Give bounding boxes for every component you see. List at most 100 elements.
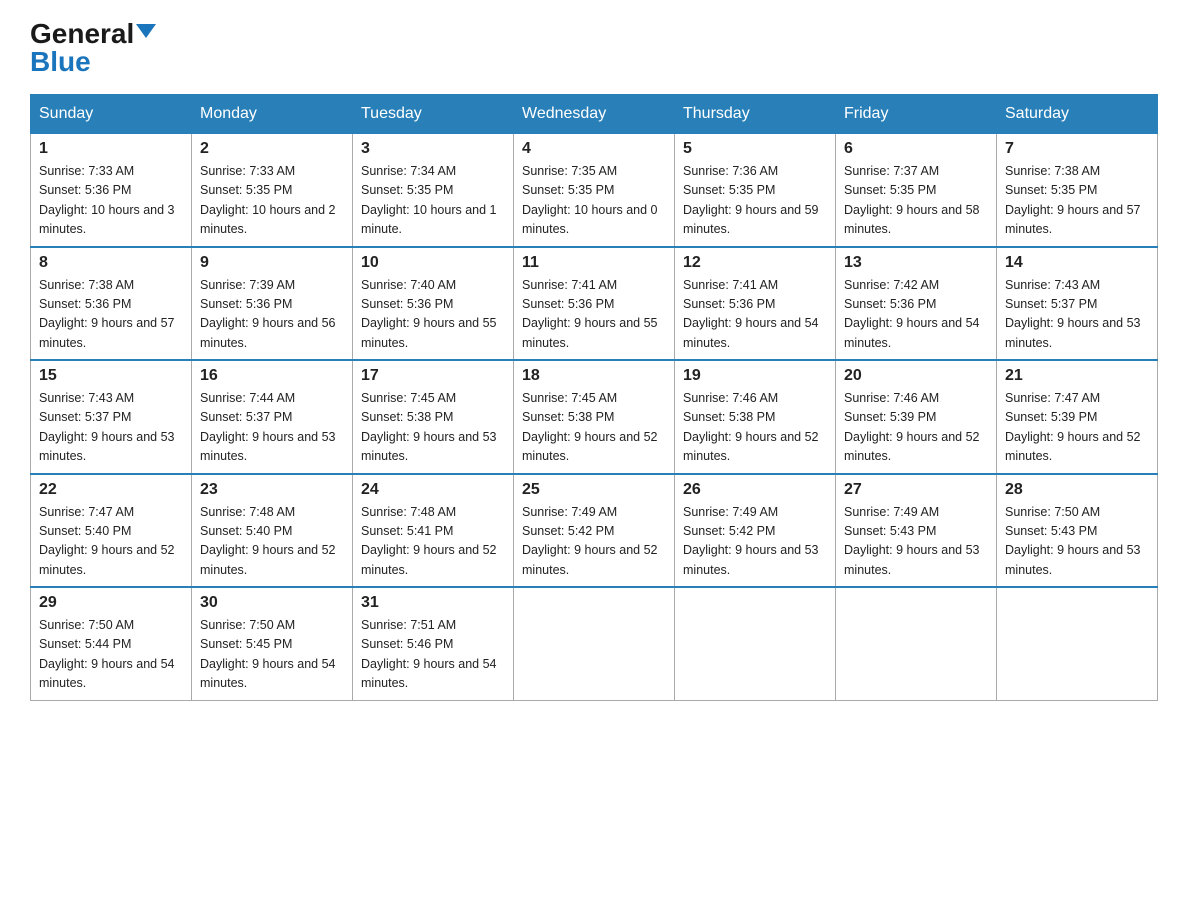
day-info: Sunrise: 7:48 AMSunset: 5:41 PMDaylight:… (361, 505, 497, 577)
calendar-day-cell: 3 Sunrise: 7:34 AMSunset: 5:35 PMDayligh… (353, 134, 514, 247)
calendar-day-header: Saturday (997, 95, 1158, 134)
logo: General Blue (30, 20, 156, 76)
calendar-day-cell: 21 Sunrise: 7:47 AMSunset: 5:39 PMDaylig… (997, 360, 1158, 474)
day-info: Sunrise: 7:41 AMSunset: 5:36 PMDaylight:… (683, 278, 819, 350)
calendar-day-header: Wednesday (514, 95, 675, 134)
day-info: Sunrise: 7:38 AMSunset: 5:35 PMDaylight:… (1005, 164, 1141, 236)
calendar-day-cell: 17 Sunrise: 7:45 AMSunset: 5:38 PMDaylig… (353, 360, 514, 474)
calendar-week-row: 15 Sunrise: 7:43 AMSunset: 5:37 PMDaylig… (31, 360, 1158, 474)
day-info: Sunrise: 7:41 AMSunset: 5:36 PMDaylight:… (522, 278, 658, 350)
day-info: Sunrise: 7:45 AMSunset: 5:38 PMDaylight:… (361, 391, 497, 463)
calendar-table: SundayMondayTuesdayWednesdayThursdayFrid… (30, 94, 1158, 701)
day-info: Sunrise: 7:50 AMSunset: 5:43 PMDaylight:… (1005, 505, 1141, 577)
day-number: 29 (39, 594, 183, 612)
day-info: Sunrise: 7:33 AMSunset: 5:36 PMDaylight:… (39, 164, 175, 236)
calendar-day-cell: 19 Sunrise: 7:46 AMSunset: 5:38 PMDaylig… (675, 360, 836, 474)
calendar-day-cell: 26 Sunrise: 7:49 AMSunset: 5:42 PMDaylig… (675, 474, 836, 588)
calendar-week-row: 1 Sunrise: 7:33 AMSunset: 5:36 PMDayligh… (31, 134, 1158, 247)
day-number: 25 (522, 481, 666, 499)
calendar-day-header: Friday (836, 95, 997, 134)
day-info: Sunrise: 7:43 AMSunset: 5:37 PMDaylight:… (1005, 278, 1141, 350)
calendar-day-cell: 12 Sunrise: 7:41 AMSunset: 5:36 PMDaylig… (675, 247, 836, 361)
calendar-day-cell: 4 Sunrise: 7:35 AMSunset: 5:35 PMDayligh… (514, 134, 675, 247)
day-number: 10 (361, 254, 505, 272)
day-number: 2 (200, 140, 344, 158)
day-info: Sunrise: 7:48 AMSunset: 5:40 PMDaylight:… (200, 505, 336, 577)
calendar-day-cell: 24 Sunrise: 7:48 AMSunset: 5:41 PMDaylig… (353, 474, 514, 588)
calendar-week-row: 8 Sunrise: 7:38 AMSunset: 5:36 PMDayligh… (31, 247, 1158, 361)
day-info: Sunrise: 7:38 AMSunset: 5:36 PMDaylight:… (39, 278, 175, 350)
day-info: Sunrise: 7:47 AMSunset: 5:39 PMDaylight:… (1005, 391, 1141, 463)
day-info: Sunrise: 7:51 AMSunset: 5:46 PMDaylight:… (361, 618, 497, 690)
day-number: 4 (522, 140, 666, 158)
day-number: 30 (200, 594, 344, 612)
day-number: 27 (844, 481, 988, 499)
day-info: Sunrise: 7:50 AMSunset: 5:45 PMDaylight:… (200, 618, 336, 690)
day-number: 12 (683, 254, 827, 272)
day-info: Sunrise: 7:36 AMSunset: 5:35 PMDaylight:… (683, 164, 819, 236)
day-info: Sunrise: 7:45 AMSunset: 5:38 PMDaylight:… (522, 391, 658, 463)
calendar-day-cell: 15 Sunrise: 7:43 AMSunset: 5:37 PMDaylig… (31, 360, 192, 474)
day-number: 20 (844, 367, 988, 385)
calendar-day-header: Thursday (675, 95, 836, 134)
day-number: 1 (39, 140, 183, 158)
calendar-day-cell: 31 Sunrise: 7:51 AMSunset: 5:46 PMDaylig… (353, 587, 514, 700)
day-info: Sunrise: 7:39 AMSunset: 5:36 PMDaylight:… (200, 278, 336, 350)
calendar-day-cell: 5 Sunrise: 7:36 AMSunset: 5:35 PMDayligh… (675, 134, 836, 247)
day-info: Sunrise: 7:34 AMSunset: 5:35 PMDaylight:… (361, 164, 497, 236)
calendar-day-cell: 11 Sunrise: 7:41 AMSunset: 5:36 PMDaylig… (514, 247, 675, 361)
day-info: Sunrise: 7:33 AMSunset: 5:35 PMDaylight:… (200, 164, 336, 236)
calendar-day-header: Tuesday (353, 95, 514, 134)
day-number: 7 (1005, 140, 1149, 158)
calendar-day-cell (514, 587, 675, 700)
calendar-day-cell: 27 Sunrise: 7:49 AMSunset: 5:43 PMDaylig… (836, 474, 997, 588)
day-number: 22 (39, 481, 183, 499)
day-number: 15 (39, 367, 183, 385)
day-number: 11 (522, 254, 666, 272)
day-info: Sunrise: 7:35 AMSunset: 5:35 PMDaylight:… (522, 164, 658, 236)
day-number: 16 (200, 367, 344, 385)
day-number: 23 (200, 481, 344, 499)
day-info: Sunrise: 7:43 AMSunset: 5:37 PMDaylight:… (39, 391, 175, 463)
calendar-day-cell: 18 Sunrise: 7:45 AMSunset: 5:38 PMDaylig… (514, 360, 675, 474)
calendar-day-cell: 29 Sunrise: 7:50 AMSunset: 5:44 PMDaylig… (31, 587, 192, 700)
calendar-day-cell: 13 Sunrise: 7:42 AMSunset: 5:36 PMDaylig… (836, 247, 997, 361)
calendar-day-cell: 9 Sunrise: 7:39 AMSunset: 5:36 PMDayligh… (192, 247, 353, 361)
day-info: Sunrise: 7:49 AMSunset: 5:42 PMDaylight:… (683, 505, 819, 577)
day-number: 21 (1005, 367, 1149, 385)
logo-blue-text: Blue (30, 48, 91, 76)
calendar-day-cell: 25 Sunrise: 7:49 AMSunset: 5:42 PMDaylig… (514, 474, 675, 588)
calendar-day-cell (675, 587, 836, 700)
day-number: 14 (1005, 254, 1149, 272)
day-number: 6 (844, 140, 988, 158)
calendar-header-row: SundayMondayTuesdayWednesdayThursdayFrid… (31, 95, 1158, 134)
page-header: General Blue (30, 20, 1158, 76)
day-info: Sunrise: 7:50 AMSunset: 5:44 PMDaylight:… (39, 618, 175, 690)
calendar-day-header: Monday (192, 95, 353, 134)
day-info: Sunrise: 7:49 AMSunset: 5:43 PMDaylight:… (844, 505, 980, 577)
day-number: 28 (1005, 481, 1149, 499)
calendar-day-header: Sunday (31, 95, 192, 134)
calendar-day-cell: 30 Sunrise: 7:50 AMSunset: 5:45 PMDaylig… (192, 587, 353, 700)
calendar-day-cell: 14 Sunrise: 7:43 AMSunset: 5:37 PMDaylig… (997, 247, 1158, 361)
calendar-day-cell: 7 Sunrise: 7:38 AMSunset: 5:35 PMDayligh… (997, 134, 1158, 247)
calendar-day-cell: 6 Sunrise: 7:37 AMSunset: 5:35 PMDayligh… (836, 134, 997, 247)
logo-arrow-icon (136, 24, 156, 38)
calendar-day-cell (997, 587, 1158, 700)
day-number: 5 (683, 140, 827, 158)
calendar-day-cell: 22 Sunrise: 7:47 AMSunset: 5:40 PMDaylig… (31, 474, 192, 588)
day-number: 9 (200, 254, 344, 272)
day-number: 31 (361, 594, 505, 612)
calendar-week-row: 22 Sunrise: 7:47 AMSunset: 5:40 PMDaylig… (31, 474, 1158, 588)
calendar-week-row: 29 Sunrise: 7:50 AMSunset: 5:44 PMDaylig… (31, 587, 1158, 700)
day-number: 8 (39, 254, 183, 272)
day-number: 3 (361, 140, 505, 158)
day-number: 19 (683, 367, 827, 385)
day-info: Sunrise: 7:40 AMSunset: 5:36 PMDaylight:… (361, 278, 497, 350)
day-info: Sunrise: 7:47 AMSunset: 5:40 PMDaylight:… (39, 505, 175, 577)
calendar-day-cell: 28 Sunrise: 7:50 AMSunset: 5:43 PMDaylig… (997, 474, 1158, 588)
calendar-day-cell: 16 Sunrise: 7:44 AMSunset: 5:37 PMDaylig… (192, 360, 353, 474)
day-info: Sunrise: 7:37 AMSunset: 5:35 PMDaylight:… (844, 164, 980, 236)
day-number: 17 (361, 367, 505, 385)
day-number: 24 (361, 481, 505, 499)
